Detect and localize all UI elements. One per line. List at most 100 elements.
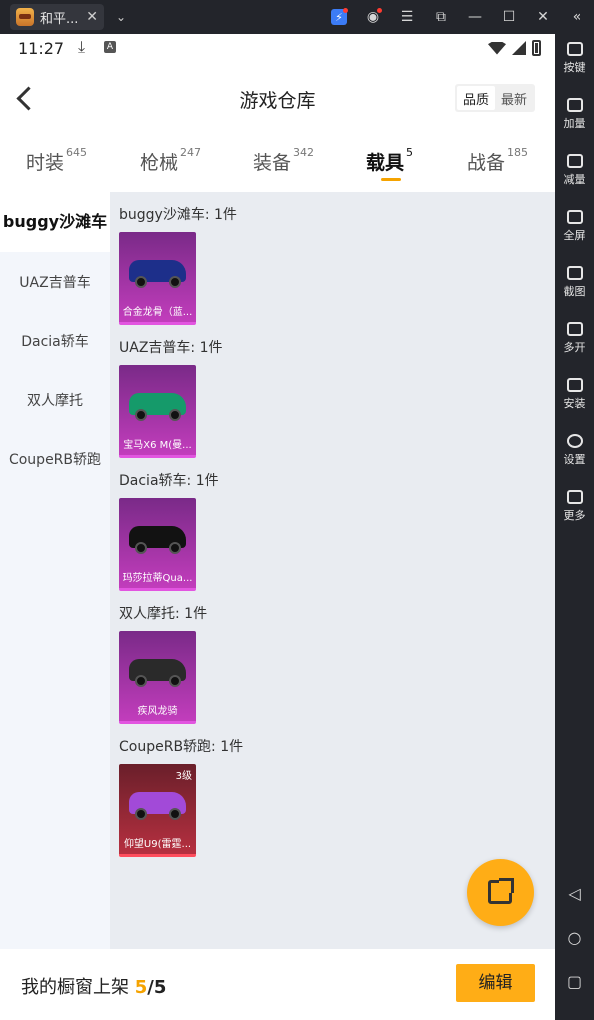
volume-down-button[interactable]: 减量 bbox=[555, 154, 594, 187]
wheel-icon bbox=[169, 808, 181, 820]
showcase-bar: 我的橱窗上架 5/5 编辑 bbox=[0, 949, 555, 1020]
tab-count: 185 bbox=[507, 146, 529, 159]
menu-button[interactable]: ☰ bbox=[390, 0, 424, 34]
settings-button[interactable]: 设置 bbox=[555, 434, 594, 467]
tab-guns[interactable]: 枪械 247 bbox=[140, 146, 202, 175]
showcase-count: 5 bbox=[134, 977, 148, 998]
category-item-buggy[interactable]: buggy沙滩车 bbox=[0, 192, 110, 252]
sort-option-newest[interactable]: 最新 bbox=[495, 86, 533, 110]
install-apk-button[interactable]: 安装 bbox=[555, 378, 594, 411]
nav-back-icon[interactable]: ◁ bbox=[555, 884, 594, 903]
status-time: 11:27 bbox=[18, 39, 65, 58]
active-tab-indicator bbox=[381, 178, 401, 181]
wheel-icon bbox=[169, 542, 181, 554]
wheel-icon bbox=[135, 409, 147, 421]
fullscreen-button[interactable]: 全屏 bbox=[555, 210, 594, 243]
double-chevron-left-icon: « bbox=[572, 9, 582, 25]
window-pin-icon: ⧉ bbox=[436, 9, 446, 25]
wheel-icon bbox=[169, 409, 181, 421]
item-card[interactable]: 3级 仰望U9(雷霆... bbox=[119, 764, 196, 857]
showcase-total: /5 bbox=[147, 977, 167, 998]
category-tabs: 时装 645 枪械 247 装备 342 载具 5 战备 185 bbox=[0, 134, 555, 192]
maximize-button[interactable]: ☐ bbox=[492, 0, 526, 34]
item-name: 合金龙骨（蓝... bbox=[122, 307, 193, 318]
nav-recents-icon[interactable]: ▢ bbox=[555, 972, 594, 991]
chevron-down-icon[interactable]: ⌄ bbox=[116, 10, 126, 24]
share-external-icon bbox=[488, 878, 514, 904]
item-card[interactable]: 疾风龙骑 bbox=[119, 631, 196, 724]
wheel-icon bbox=[169, 276, 181, 288]
edit-button[interactable]: 编辑 bbox=[456, 964, 535, 1002]
volume-up-icon bbox=[566, 98, 583, 112]
share-fab-button[interactable] bbox=[467, 859, 534, 926]
category-item-uaz[interactable]: UAZ吉普车 bbox=[0, 272, 110, 292]
keymap-button[interactable]: 按键 bbox=[555, 42, 594, 75]
screenshot-button[interactable]: 截图 bbox=[555, 266, 594, 299]
emulator-side-toolbar: 按键 加量 减量 全屏 截图 多开 安装 设置 更多 ◁ ○ ▢ bbox=[555, 34, 594, 1020]
group-title: Dacia轿车: 1件 bbox=[119, 473, 219, 489]
tab-label: 战备 bbox=[467, 152, 506, 174]
item-name: 玛莎拉蒂Qua... bbox=[122, 573, 193, 584]
toolbar-label: 截图 bbox=[563, 285, 586, 298]
collapse-sidebar-button[interactable]: « bbox=[560, 0, 594, 34]
close-tab-icon[interactable]: ✕ bbox=[86, 9, 98, 25]
tab-label: 装备 bbox=[253, 152, 292, 174]
hamburger-icon: ☰ bbox=[400, 9, 414, 25]
wheel-icon bbox=[135, 542, 147, 554]
sort-option-quality[interactable]: 品质 bbox=[456, 86, 495, 110]
item-name: 宝马X6 M(曼... bbox=[123, 440, 192, 451]
tab-vehicles[interactable]: 载具 5 bbox=[366, 146, 414, 175]
tab-count: 342 bbox=[293, 146, 315, 159]
keyboard-icon bbox=[566, 42, 583, 56]
close-window-button[interactable]: ✕ bbox=[526, 0, 560, 34]
app-tab[interactable]: 和平... ✕ bbox=[10, 4, 104, 30]
tab-label: 时装 bbox=[26, 152, 65, 174]
tab-equipment[interactable]: 装备 342 bbox=[253, 146, 315, 175]
tab-label: 枪械 bbox=[140, 152, 179, 174]
toolbar-label: 更多 bbox=[563, 509, 586, 522]
volume-down-icon bbox=[566, 154, 583, 168]
category-item-coupe[interactable]: CoupeRB轿跑 bbox=[0, 449, 110, 469]
category-item-motorcycle[interactable]: 双人摩托 bbox=[0, 390, 110, 410]
emulator-titlebar: 和平... ✕ ⌄ ⚡ ◉ ☰ ⧉ — ☐ ✕ « bbox=[0, 0, 594, 34]
toolbar-label: 加量 bbox=[563, 117, 586, 130]
notification-dot bbox=[377, 8, 382, 13]
tab-outfits[interactable]: 时装 645 bbox=[26, 146, 87, 175]
toolbar-label: 减量 bbox=[563, 173, 586, 186]
multi-instance-icon bbox=[566, 322, 583, 336]
item-card[interactable]: 合金龙骨（蓝... bbox=[119, 232, 196, 325]
wheel-icon bbox=[135, 276, 147, 288]
app-tab-title: 和平... bbox=[40, 11, 79, 27]
pin-button[interactable]: ⧉ bbox=[424, 0, 458, 34]
account-button[interactable]: ◉ bbox=[356, 0, 390, 34]
download-icon: ⤓ bbox=[78, 37, 86, 56]
boost-button[interactable]: ⚡ bbox=[322, 0, 356, 34]
nav-home-icon[interactable]: ○ bbox=[555, 928, 594, 947]
more-button[interactable]: 更多 bbox=[555, 490, 594, 523]
page-header: 游戏仓库 品质 最新 bbox=[0, 64, 555, 134]
item-card[interactable]: 玛莎拉蒂Qua... bbox=[119, 498, 196, 591]
settings-icon bbox=[566, 434, 583, 448]
close-icon: ✕ bbox=[537, 9, 549, 25]
minimize-button[interactable]: — bbox=[458, 0, 492, 34]
battery-icon bbox=[532, 40, 541, 56]
category-item-dacia[interactable]: Dacia轿车 bbox=[0, 331, 110, 351]
multi-instance-button[interactable]: 多开 bbox=[555, 322, 594, 355]
phone-screen: 11:27 ⤓ A 游戏仓库 品质 最新 时装 645 枪械 247 装备 342 载… bbox=[0, 34, 555, 1020]
toolbar-label: 设置 bbox=[563, 453, 586, 466]
tab-count: 247 bbox=[180, 146, 202, 159]
toolbar-label: 多开 bbox=[563, 341, 586, 354]
tab-battle-gear[interactable]: 战备 185 bbox=[467, 146, 529, 175]
item-card[interactable]: 宝马X6 M(曼... bbox=[119, 365, 196, 458]
wheel-icon bbox=[169, 675, 181, 687]
signal-icon bbox=[512, 41, 526, 55]
showcase-status: 我的橱窗上架 5/5 bbox=[21, 973, 166, 999]
group-title: UAZ吉普车: 1件 bbox=[119, 340, 223, 356]
volume-up-button[interactable]: 加量 bbox=[555, 98, 594, 131]
vehicle-category-list: buggy沙滩车 UAZ吉普车 Dacia轿车 双人摩托 CoupeRB轿跑 bbox=[0, 192, 110, 949]
notification-a-icon: A bbox=[104, 41, 116, 53]
tab-count: 5 bbox=[406, 146, 414, 159]
item-name: 疾风龙骑 bbox=[137, 706, 178, 717]
scissors-icon bbox=[566, 266, 583, 280]
fullscreen-icon bbox=[566, 210, 583, 224]
